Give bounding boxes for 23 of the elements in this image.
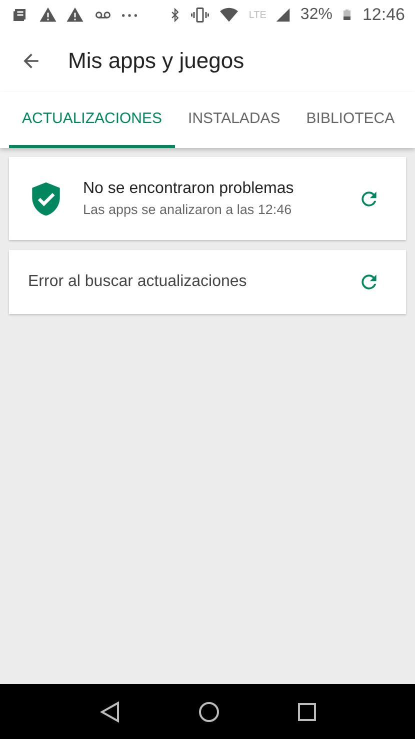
back-nav-button[interactable] <box>98 700 120 722</box>
shield-check-icon <box>29 180 63 216</box>
tab[interactable]: ACTUALIZACIONES <box>9 92 176 148</box>
home-circle-icon <box>198 700 220 722</box>
page-title: Mis apps y juegos <box>68 48 244 74</box>
warning-icon <box>39 6 57 24</box>
recents-nav-button[interactable] <box>296 702 316 722</box>
wifi-icon <box>218 6 240 24</box>
square-recents-icon <box>296 702 316 722</box>
home-nav-button[interactable] <box>198 700 220 722</box>
warning-icon <box>66 6 84 24</box>
tab[interactable]: INSTALADAS <box>175 92 294 148</box>
card-title: Error al buscar actualizaciones <box>28 273 248 291</box>
signal-icon <box>275 6 292 24</box>
tab[interactable]: BIBLIOTECA <box>293 92 408 148</box>
more-icon <box>122 14 137 16</box>
network-type: LTE <box>248 10 266 20</box>
triangle-back-icon <box>98 700 120 722</box>
card-title: No se encontraron problemas <box>83 180 295 198</box>
clock: 12:46 <box>362 5 405 25</box>
card-subtitle: Las apps se analizaron a las 12:46 <box>83 202 293 217</box>
vibrate-icon <box>190 6 209 24</box>
battery-percentage: 32% <box>300 6 332 24</box>
